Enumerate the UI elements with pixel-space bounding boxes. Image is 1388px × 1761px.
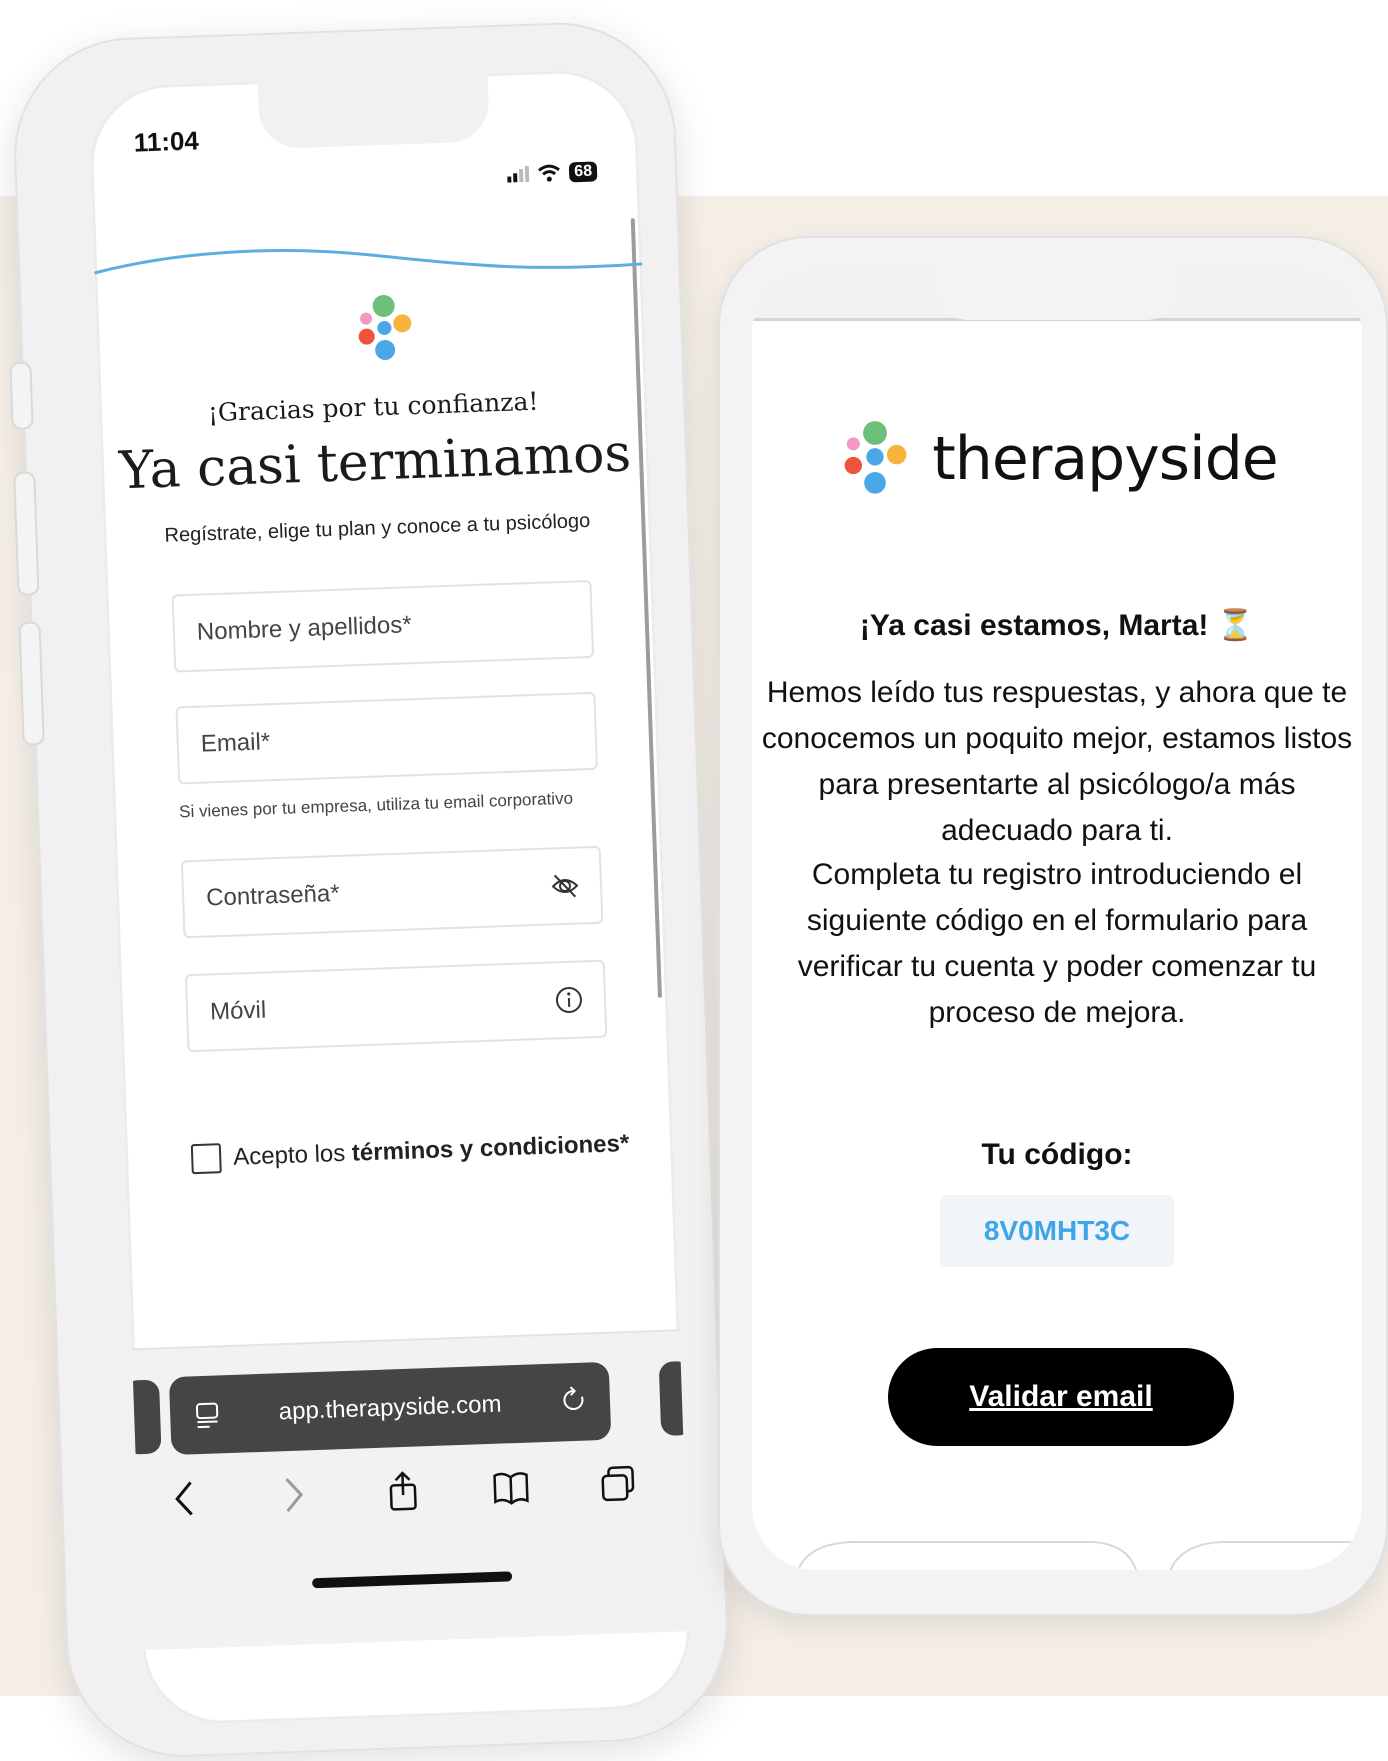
eye-slash-icon[interactable]: [549, 871, 580, 902]
volume-up-button: [13, 471, 39, 596]
notch: [257, 68, 490, 149]
battery-indicator: 68: [569, 161, 597, 182]
share-icon[interactable]: [382, 1470, 423, 1511]
signal-icon: [507, 166, 530, 183]
phone-field[interactable]: Móvil: [185, 960, 607, 1053]
name-field-placeholder: Nombre y apellidos*: [196, 611, 412, 646]
notch: [932, 270, 1182, 320]
scrollbar[interactable]: [631, 218, 662, 998]
email-paragraph-2: Completa tu registro introduciendo el si…: [752, 852, 1362, 1036]
info-icon[interactable]: [553, 984, 584, 1015]
brand-logo: therapyside: [752, 420, 1362, 498]
forward-icon[interactable]: [272, 1474, 313, 1515]
terms-row: Acepto los términos y condiciones*: [191, 1129, 630, 1174]
reload-icon[interactable]: [559, 1385, 588, 1416]
email-paragraph-1: Hemos leído tus respuestas, y ahora que …: [752, 670, 1362, 854]
volume-down-button: [18, 621, 44, 746]
status-time: 11:04: [133, 125, 199, 158]
email-greeting: ¡Ya casi estamos, Marta! ⏳: [752, 608, 1362, 643]
address-bar[interactable]: app.therapyside.com: [169, 1362, 611, 1455]
browser-toolbar: [136, 1447, 686, 1536]
terms-label: Acepto los términos y condiciones*: [233, 1130, 630, 1172]
back-icon[interactable]: [164, 1478, 205, 1519]
therapyside-flower-icon: [355, 291, 417, 365]
validate-email-button[interactable]: Validar email: [888, 1348, 1234, 1446]
right-phone-frame: therapyside ¡Ya casi estamos, Marta! ⏳ H…: [718, 236, 1388, 1616]
bookmarks-icon[interactable]: [490, 1467, 531, 1508]
right-phone-screen: therapyside ¡Ya casi estamos, Marta! ⏳ H…: [752, 270, 1362, 1570]
mute-switch: [9, 361, 33, 430]
tabs-icon[interactable]: [598, 1463, 639, 1504]
code-label: Tu código:: [752, 1138, 1362, 1172]
status-icons: 68: [507, 161, 597, 184]
page-title: Ya casi terminamos: [100, 423, 650, 502]
email-helper-text: Si vienes por tu empresa, utiliza tu ema…: [179, 789, 573, 823]
bottom-cards-outline: [792, 1538, 1352, 1570]
phone-field-placeholder: Móvil: [210, 997, 267, 1027]
page-subtitle: Regístrate, elige tu plan y conoce a tu …: [103, 508, 651, 550]
left-phone-screen: 11:04 68 ¡Gracias por tu confi: [88, 68, 693, 1726]
next-tab-pill[interactable]: [659, 1361, 693, 1436]
password-field[interactable]: Contraseña*: [181, 846, 603, 939]
terms-link[interactable]: términos y condiciones*: [351, 1130, 629, 1167]
verification-code[interactable]: 8V0MHT3C: [940, 1195, 1174, 1267]
wifi-icon: [537, 164, 562, 183]
terms-checkbox[interactable]: [191, 1143, 222, 1174]
name-field[interactable]: Nombre y apellidos*: [172, 580, 594, 673]
thanks-text: ¡Gracias por tu confianza!: [99, 383, 648, 431]
browser-bar: app.therapyside.com: [132, 1329, 690, 1650]
previous-tab-pill[interactable]: [123, 1379, 162, 1454]
email-field-placeholder: Email*: [200, 728, 270, 758]
left-phone-frame: 11:04 68 ¡Gracias por tu confi: [10, 19, 732, 1761]
page-menu-icon[interactable]: [194, 1399, 221, 1430]
therapyside-flower-icon: [836, 420, 914, 498]
password-field-placeholder: Contraseña*: [206, 880, 340, 913]
url-text: app.therapyside.com: [278, 1391, 502, 1427]
decorative-wave: [93, 218, 643, 297]
brand-name: therapyside: [932, 424, 1277, 494]
email-field[interactable]: Email*: [175, 692, 597, 785]
